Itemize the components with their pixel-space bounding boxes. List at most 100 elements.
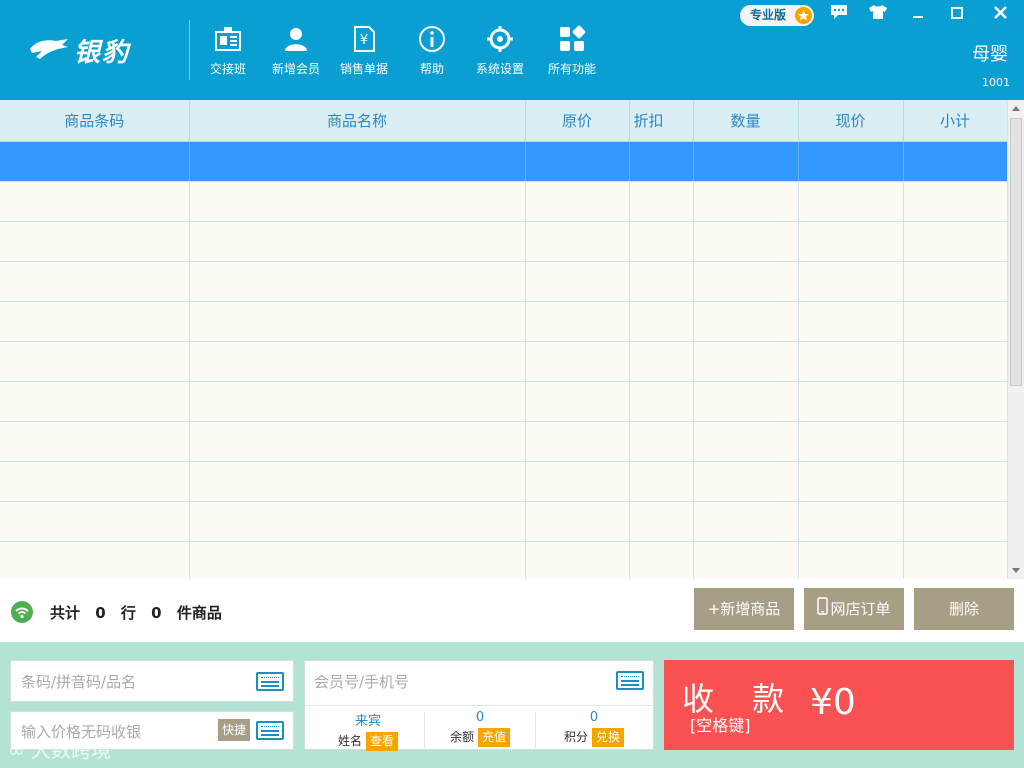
keyboard-icon[interactable] bbox=[616, 671, 644, 690]
minimize-icon[interactable] bbox=[906, 4, 930, 26]
table-row[interactable] bbox=[0, 341, 1007, 382]
table-cell[interactable] bbox=[629, 381, 694, 422]
table-cell[interactable] bbox=[189, 541, 526, 579]
table-cell[interactable] bbox=[0, 421, 190, 462]
table-cell[interactable] bbox=[903, 381, 1007, 422]
table-cell[interactable] bbox=[629, 181, 694, 222]
table-cell[interactable] bbox=[798, 141, 904, 182]
nav-shift-handover-button[interactable]: 交接班 bbox=[193, 20, 263, 86]
table-cell[interactable] bbox=[798, 221, 904, 262]
table-cell[interactable] bbox=[693, 381, 799, 422]
table-cell[interactable] bbox=[629, 221, 694, 262]
member-search-input[interactable]: 会员号/手机号 bbox=[305, 661, 653, 704]
member-redeem-button[interactable]: 兑换 bbox=[592, 728, 625, 747]
table-cell[interactable] bbox=[525, 341, 630, 382]
table-cell[interactable] bbox=[189, 261, 526, 302]
table-cell[interactable] bbox=[903, 541, 1007, 579]
table-cell[interactable] bbox=[693, 421, 799, 462]
table-row[interactable] bbox=[0, 541, 1007, 579]
keyboard-icon[interactable] bbox=[256, 721, 284, 740]
table-cell[interactable] bbox=[189, 181, 526, 222]
close-icon[interactable] bbox=[988, 4, 1012, 26]
scroll-up-icon[interactable] bbox=[1012, 106, 1020, 111]
table-cell[interactable] bbox=[629, 501, 694, 542]
column-header-barcode[interactable]: 商品条码 bbox=[0, 100, 190, 142]
table-cell[interactable] bbox=[189, 221, 526, 262]
table-cell[interactable] bbox=[525, 421, 630, 462]
table-cell[interactable] bbox=[0, 181, 190, 222]
table-cell[interactable] bbox=[629, 301, 694, 342]
table-cell[interactable] bbox=[903, 341, 1007, 382]
table-row[interactable] bbox=[0, 421, 1007, 462]
keyboard-icon[interactable] bbox=[256, 672, 284, 691]
table-cell[interactable] bbox=[0, 221, 190, 262]
online-order-button[interactable]: 网店订单 bbox=[804, 588, 904, 630]
nav-system-settings-button[interactable]: 系统设置 bbox=[465, 20, 535, 86]
column-header-discount[interactable]: 折扣 bbox=[629, 100, 694, 142]
column-header-current-price[interactable]: 现价 bbox=[798, 100, 904, 142]
table-cell[interactable] bbox=[798, 501, 904, 542]
table-cell[interactable] bbox=[525, 541, 630, 579]
table-row[interactable] bbox=[0, 301, 1007, 342]
table-row[interactable] bbox=[0, 501, 1007, 542]
table-cell[interactable] bbox=[798, 381, 904, 422]
table-cell[interactable] bbox=[903, 261, 1007, 302]
nav-help-button[interactable]: 帮助 bbox=[397, 20, 467, 86]
table-cell[interactable] bbox=[693, 261, 799, 302]
table-cell[interactable] bbox=[189, 301, 526, 342]
skin-shirt-icon[interactable] bbox=[866, 4, 890, 26]
table-cell[interactable] bbox=[693, 501, 799, 542]
checkout-button[interactable]: 收 款 [空格键] ¥0 bbox=[664, 660, 1014, 750]
table-cell[interactable] bbox=[0, 381, 190, 422]
table-cell[interactable] bbox=[798, 461, 904, 502]
table-row[interactable] bbox=[0, 261, 1007, 302]
table-row[interactable] bbox=[0, 381, 1007, 422]
delete-button[interactable]: 删除 bbox=[914, 588, 1014, 630]
table-cell[interactable] bbox=[189, 421, 526, 462]
table-row[interactable] bbox=[0, 221, 1007, 262]
column-header-subtotal[interactable]: 小计 bbox=[903, 100, 1007, 142]
message-icon[interactable] bbox=[827, 4, 851, 26]
table-cell[interactable] bbox=[525, 261, 630, 302]
table-cell[interactable] bbox=[798, 301, 904, 342]
table-cell[interactable] bbox=[629, 541, 694, 579]
table-cell[interactable] bbox=[693, 301, 799, 342]
maximize-icon[interactable] bbox=[945, 4, 969, 26]
table-cell[interactable] bbox=[693, 221, 799, 262]
barcode-search-input[interactable]: 条码/拼音码/品名 bbox=[10, 660, 294, 702]
table-cell[interactable] bbox=[693, 541, 799, 579]
table-cell[interactable] bbox=[798, 341, 904, 382]
table-cell[interactable] bbox=[629, 141, 694, 182]
table-row[interactable] bbox=[0, 181, 1007, 222]
column-header-original-price[interactable]: 原价 bbox=[525, 100, 630, 142]
table-cell[interactable] bbox=[903, 461, 1007, 502]
table-scrollbar[interactable] bbox=[1007, 100, 1024, 579]
table-cell[interactable] bbox=[629, 421, 694, 462]
table-cell[interactable] bbox=[525, 301, 630, 342]
table-cell[interactable] bbox=[903, 501, 1007, 542]
quick-button[interactable]: 快捷 bbox=[218, 719, 250, 741]
table-cell[interactable] bbox=[525, 381, 630, 422]
table-cell[interactable] bbox=[903, 421, 1007, 462]
table-cell[interactable] bbox=[189, 341, 526, 382]
table-cell[interactable] bbox=[693, 461, 799, 502]
table-cell[interactable] bbox=[629, 461, 694, 502]
table-cell[interactable] bbox=[0, 461, 190, 502]
table-cell[interactable] bbox=[0, 301, 190, 342]
table-cell[interactable] bbox=[525, 181, 630, 222]
table-cell[interactable] bbox=[693, 341, 799, 382]
nav-sales-receipts-button[interactable]: ¥ 销售单据 bbox=[329, 20, 399, 86]
table-cell[interactable] bbox=[798, 541, 904, 579]
column-header-name[interactable]: 商品名称 bbox=[189, 100, 526, 142]
nav-all-functions-button[interactable]: 所有功能 bbox=[537, 20, 607, 86]
scrollbar-thumb[interactable] bbox=[1010, 118, 1022, 386]
member-recharge-button[interactable]: 充值 bbox=[478, 728, 511, 747]
add-product-button[interactable]: +新增商品 bbox=[694, 588, 794, 630]
table-cell[interactable] bbox=[0, 261, 190, 302]
table-cell[interactable] bbox=[0, 501, 190, 542]
table-cell[interactable] bbox=[0, 141, 190, 182]
table-cell[interactable] bbox=[525, 221, 630, 262]
table-cell[interactable] bbox=[903, 141, 1007, 182]
scroll-down-icon[interactable] bbox=[1012, 568, 1020, 573]
table-cell[interactable] bbox=[798, 261, 904, 302]
